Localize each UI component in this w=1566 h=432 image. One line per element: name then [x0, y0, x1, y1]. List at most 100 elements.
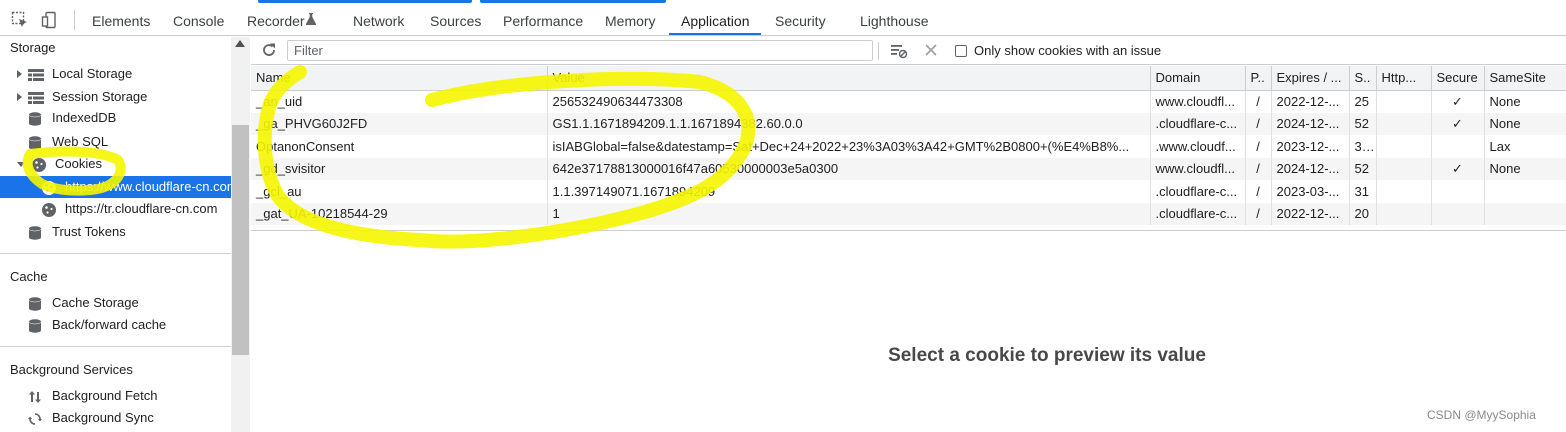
sidebar-item-cookie-origin-tr[interactable]: https://tr.cloudflare-cn.com	[41, 198, 217, 220]
table-row[interactable]: _ga_PHVG60J2FD GS1.1.1671894209.1.1.16718…	[251, 112, 1566, 135]
cell-name[interactable]: _gd_svisitor	[251, 157, 548, 180]
tab-lighthouse[interactable]: Lighthouse	[860, 10, 929, 36]
column-header-value[interactable]: Value	[547, 66, 1151, 91]
cell-samesite[interactable]: None	[1484, 157, 1566, 180]
cell-value[interactable]: 642e37178813000016f47a60530000003e5a0300	[547, 157, 1151, 180]
cell-size[interactable]: 20	[1349, 202, 1377, 225]
cell-secure[interactable]	[1431, 202, 1485, 225]
cell-samesite[interactable]: None	[1484, 112, 1566, 135]
cell-expires[interactable]: 2023-12-...	[1271, 135, 1350, 158]
column-header-name[interactable]: Name	[251, 66, 548, 91]
cell-domain[interactable]: .cloudflare-c...	[1150, 180, 1246, 203]
cell-value[interactable]: 256532490634473308	[547, 90, 1151, 113]
expand-arrow-icon[interactable]	[17, 93, 22, 101]
cell-httponly[interactable]	[1376, 90, 1432, 113]
cell-path[interactable]: /	[1245, 135, 1272, 158]
tab-sources[interactable]: Sources	[430, 10, 481, 36]
cell-value[interactable]: 1.1.397149071.1671894209	[547, 180, 1151, 203]
column-header-path[interactable]: P..	[1245, 66, 1272, 91]
cell-path[interactable]: /	[1245, 90, 1272, 113]
cell-secure[interactable]: ✓	[1431, 157, 1485, 180]
only-issue-checkbox[interactable]	[955, 45, 967, 57]
column-header-domain[interactable]: Domain	[1150, 66, 1246, 91]
cell-size[interactable]: 31	[1349, 180, 1377, 203]
tab-memory[interactable]: Memory	[605, 10, 656, 36]
cell-httponly[interactable]	[1376, 157, 1432, 180]
tab-elements[interactable]: Elements	[92, 10, 150, 36]
cell-secure[interactable]: ✓	[1431, 112, 1485, 135]
cell-path[interactable]: /	[1245, 157, 1272, 180]
cell-expires[interactable]: 2022-12-...	[1271, 202, 1350, 225]
table-row[interactable]: _gd_svisitor 642e37178813000016f47a605300…	[251, 157, 1566, 180]
scrollbar-thumb[interactable]	[232, 125, 249, 355]
refresh-icon[interactable]	[261, 42, 277, 61]
cell-name[interactable]: _gcl_au	[251, 180, 548, 203]
cell-secure[interactable]: ✓	[1431, 90, 1485, 113]
sidebar-item-background-sync[interactable]: Background Sync	[28, 407, 154, 429]
cell-name[interactable]: _an_uid	[251, 90, 548, 113]
tab-console[interactable]: Console	[173, 10, 224, 36]
sidebar-item-background-fetch[interactable]: Background Fetch	[28, 385, 158, 407]
sidebar-item-cookies[interactable]: Cookies	[17, 153, 102, 175]
cell-name[interactable]: _ga_PHVG60J2FD	[251, 112, 548, 135]
device-toolbar-icon[interactable]	[40, 10, 60, 30]
column-header-secure[interactable]: Secure	[1431, 66, 1485, 91]
collapse-arrow-icon[interactable]	[17, 161, 25, 167]
sidebar-item-session-storage[interactable]: Session Storage	[17, 86, 147, 108]
tab-network[interactable]: Network	[353, 10, 404, 36]
tab-performance[interactable]: Performance	[503, 10, 583, 36]
cell-domain[interactable]: .cloudflare-c...	[1150, 202, 1246, 225]
cell-secure[interactable]	[1431, 180, 1485, 203]
cell-name[interactable]: OptanonConsent	[251, 135, 548, 158]
table-row[interactable]: _gcl_au 1.1.397149071.1671894209 .cloudfla…	[251, 180, 1566, 203]
cell-samesite[interactable]	[1484, 202, 1566, 225]
cell-expires[interactable]: 2024-12-...	[1271, 112, 1350, 135]
cell-samesite[interactable]: Lax	[1484, 135, 1566, 158]
table-row[interactable]: OptanonConsent isIABGlobal=false&datestam…	[251, 135, 1566, 158]
cell-value[interactable]: 1	[547, 202, 1151, 225]
cell-domain[interactable]: www.cloudfl...	[1150, 90, 1246, 113]
column-header-samesite[interactable]: SameSite	[1484, 66, 1566, 91]
table-row[interactable]: _gat_UA-10218544-29 1 .cloudflare-c.../202…	[251, 202, 1566, 225]
sidebar-item-trust-tokens[interactable]: Trust Tokens	[28, 221, 126, 243]
cell-value[interactable]: isIABGlobal=false&datestamp=Sat+Dec+24+2…	[547, 135, 1151, 158]
cell-path[interactable]: /	[1245, 112, 1272, 135]
cell-size[interactable]: 3...	[1349, 135, 1377, 158]
filter-input[interactable]	[287, 40, 873, 61]
scroll-up-arrow-icon[interactable]	[235, 40, 245, 47]
cell-expires[interactable]: 2024-12-...	[1271, 157, 1350, 180]
sidebar-item-indexeddb[interactable]: IndexedDB	[28, 107, 116, 129]
sidebar-item-cache-storage[interactable]: Cache Storage	[28, 292, 139, 314]
cell-expires[interactable]: 2022-12-...	[1271, 90, 1350, 113]
delete-selected-icon[interactable]	[924, 43, 938, 60]
cell-path[interactable]: /	[1245, 180, 1272, 203]
cell-samesite[interactable]: None	[1484, 90, 1566, 113]
column-header-expires[interactable]: Expires / ...	[1271, 66, 1350, 91]
clear-filtered-cookies-icon[interactable]	[890, 43, 908, 62]
sidebar-item-cookie-origin-www[interactable]: https://www.cloudflare-cn.com	[41, 176, 231, 198]
cell-size[interactable]: 52	[1349, 157, 1377, 180]
table-row[interactable]: _an_uid 256532490634473308 www.cloudfl... /…	[251, 90, 1566, 113]
cell-size[interactable]: 52	[1349, 112, 1377, 135]
column-header-httponly[interactable]: Http...	[1376, 66, 1432, 91]
tab-security[interactable]: Security	[775, 10, 826, 36]
cell-samesite[interactable]	[1484, 180, 1566, 203]
cell-httponly[interactable]	[1376, 112, 1432, 135]
cell-value[interactable]: GS1.1.1671894209.1.1.1671894382.60.0.0	[547, 112, 1151, 135]
cell-path[interactable]: /	[1245, 202, 1272, 225]
cell-domain[interactable]: .cloudflare-c...	[1150, 112, 1246, 135]
expand-arrow-icon[interactable]	[17, 70, 22, 78]
cell-name[interactable]: _gat_UA-10218544-29	[251, 202, 548, 225]
column-header-size[interactable]: S..	[1349, 66, 1377, 91]
sidebar-item-bfcache[interactable]: Back/forward cache	[28, 314, 166, 336]
cell-size[interactable]: 25	[1349, 90, 1377, 113]
cell-domain[interactable]: www.cloudfl...	[1150, 157, 1246, 180]
cell-httponly[interactable]	[1376, 135, 1432, 158]
cell-httponly[interactable]	[1376, 202, 1432, 225]
inspect-element-icon[interactable]	[10, 10, 30, 30]
cell-secure[interactable]	[1431, 135, 1485, 158]
cell-expires[interactable]: 2023-03-...	[1271, 180, 1350, 203]
sidebar-item-web-sql[interactable]: Web SQL	[28, 131, 108, 153]
sidebar-item-local-storage[interactable]: Local Storage	[17, 63, 132, 85]
sidebar-scrollbar[interactable]	[231, 37, 250, 432]
